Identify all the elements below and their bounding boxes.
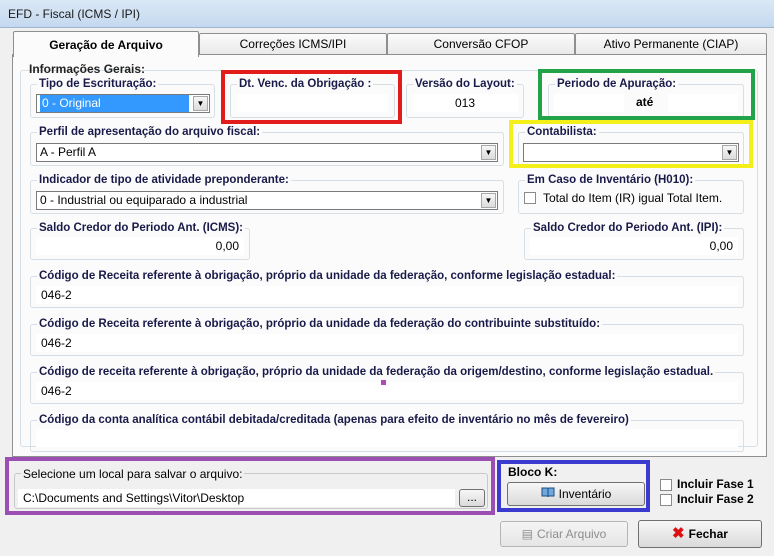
chevron-down-icon[interactable]: ▼ xyxy=(481,145,496,160)
dt-venc-label: Dt. Venc. da Obrigação : xyxy=(237,78,374,90)
perfil-value: A - Perfil A xyxy=(40,145,97,159)
cod-receita-origem-input[interactable]: 046-2 xyxy=(36,382,738,400)
fase1-label: Incluir Fase 1 xyxy=(677,477,754,491)
chevron-down-icon[interactable]: ▼ xyxy=(722,145,737,160)
versao-layout-label: Versão do Layout: xyxy=(413,78,517,90)
bloco-k-label: Bloco K: xyxy=(508,465,558,479)
saldo-icms-label: Saldo Credor do Periodo Ant. (ICMS): xyxy=(37,222,246,234)
chevron-down-icon[interactable]: ▼ xyxy=(481,193,496,208)
inventario-button-label: Inventário xyxy=(558,487,612,501)
saldo-icms-input[interactable]: 0,00 xyxy=(36,237,244,255)
browse-button[interactable]: ... xyxy=(459,489,485,507)
periodo-fim-input[interactable] xyxy=(668,94,738,112)
cod-receita-substituido-input[interactable]: 046-2 xyxy=(36,334,738,352)
cod-receita-substituido-label: Código de Receita referente à obrigação,… xyxy=(37,318,603,330)
cod-receita-origem-label: Código de receita referente à obrigação,… xyxy=(37,366,716,378)
inventario-label: Em Caso de Inventário (H010): xyxy=(525,174,696,186)
fechar-button[interactable]: ✖ Fechar xyxy=(638,520,762,548)
indicador-label: Indicador de tipo de atividade preponder… xyxy=(37,174,291,186)
periodo-separator: até xyxy=(636,95,654,109)
indicador-value: 0 - Industrial ou equiparado a industria… xyxy=(40,193,248,207)
criar-arquivo-label: Criar Arquivo xyxy=(536,527,607,541)
indicador-select[interactable]: 0 - Industrial ou equiparado a industria… xyxy=(36,191,498,210)
tipo-escrituracao-select[interactable]: 0 - Original ▼ xyxy=(36,94,210,113)
periodo-inicio-input[interactable] xyxy=(554,94,624,112)
conta-analitica-label: Código da conta analítica contábil debit… xyxy=(37,414,631,426)
tipo-escrituracao-label: Tipo de Escrituração: xyxy=(37,78,159,90)
fase2-checkbox[interactable] xyxy=(660,494,672,506)
contabilista-label: Contabilista: xyxy=(525,126,599,138)
window-title: EFD - Fiscal (ICMS / IPI) xyxy=(8,7,140,21)
dt-venc-input[interactable] xyxy=(236,94,388,112)
inventario-button[interactable]: Inventário xyxy=(507,482,645,506)
book-icon xyxy=(541,483,555,505)
marker-dot xyxy=(381,380,386,385)
save-location-label: Selecione um local para salvar o arquivo… xyxy=(21,467,245,481)
tab-conversao-cfop[interactable]: Conversão CFOP xyxy=(387,33,575,55)
periodo-apuracao-label: Periodo de Apuração: xyxy=(555,78,679,90)
criar-arquivo-button[interactable]: ▤ Criar Arquivo xyxy=(500,521,628,547)
general-info-title: Informações Gerais: xyxy=(29,62,146,76)
fase2-label: Incluir Fase 2 xyxy=(677,492,754,506)
fechar-label: Fechar xyxy=(688,527,728,541)
tab-geracao-arquivo[interactable]: Geração de Arquivo xyxy=(13,31,199,57)
close-icon: ✖ xyxy=(672,525,685,542)
cod-receita-estadual-input[interactable]: 046-2 xyxy=(36,286,738,304)
contabilista-select[interactable]: ▼ xyxy=(523,143,739,162)
tipo-escrituracao-value: 0 - Original xyxy=(40,95,189,112)
cod-receita-estadual-label: Código de Receita referente à obrigação,… xyxy=(37,270,618,282)
tab-ativo-permanente[interactable]: Ativo Permanente (CIAP) xyxy=(575,33,767,55)
conta-analitica-input[interactable] xyxy=(36,429,738,447)
title-bar: EFD - Fiscal (ICMS / IPI) xyxy=(0,0,774,28)
save-path-input[interactable]: C:\Documents and Settings\Vitor\Desktop xyxy=(18,489,455,507)
inventario-checkbox-label: Total do Item (IR) igual Total Item. xyxy=(543,191,723,205)
fase1-checkbox[interactable] xyxy=(660,479,672,491)
perfil-select[interactable]: A - Perfil A ▼ xyxy=(36,143,498,162)
file-icon: ▤ xyxy=(521,527,533,541)
tab-correcoes-icms-ipi[interactable]: Correções ICMS/IPI xyxy=(199,33,387,55)
saldo-ipi-input[interactable]: 0,00 xyxy=(530,237,738,255)
versao-layout-input[interactable]: 013 xyxy=(412,94,518,112)
perfil-label: Perfil de apresentação do arquivo fiscal… xyxy=(37,126,263,138)
inventario-checkbox[interactable] xyxy=(524,192,536,204)
chevron-down-icon[interactable]: ▼ xyxy=(193,96,208,111)
saldo-ipi-label: Saldo Credor do Periodo Ant. (IPI): xyxy=(531,222,725,234)
